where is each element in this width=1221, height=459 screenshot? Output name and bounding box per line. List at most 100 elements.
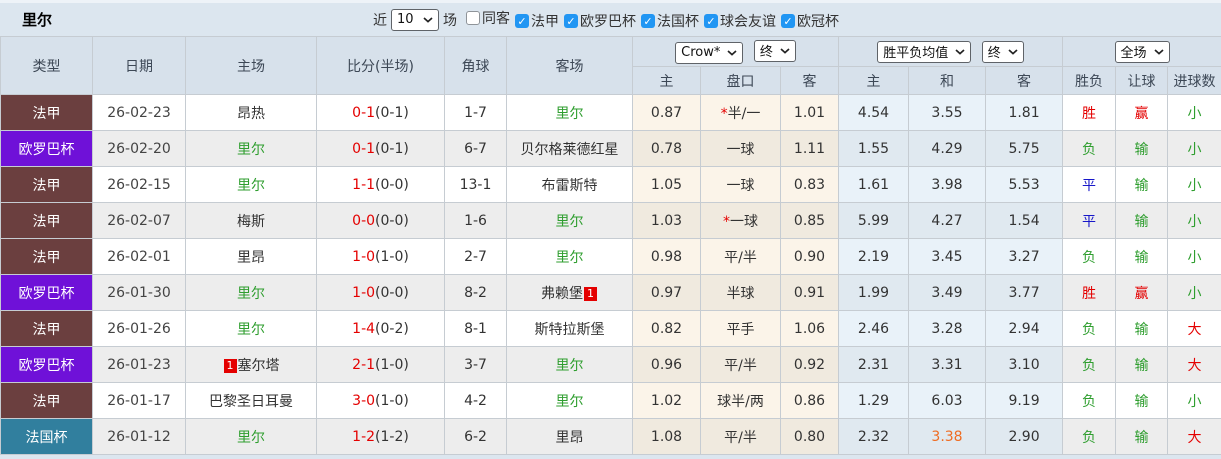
checkbox-checked-icon[interactable]: ✓ [781, 14, 795, 29]
filter-checkbox-球会友谊[interactable]: ✓ 球会友谊 [704, 11, 776, 31]
odds-time-select[interactable]: 终 [753, 39, 796, 62]
chevron-down-icon [727, 49, 737, 56]
cell-home-team: 里尔 [185, 274, 317, 311]
cell-score: 0-0(0-0) [316, 202, 445, 239]
col-header-handicap: 盘口 [700, 66, 781, 95]
table-row: 欧罗巴杯 26-01-23 1 塞尔塔 2-1(1-0) 3-7 里尔 0.96 平/半 0.92… [0, 346, 1221, 383]
cell-mean-draw: 3.38 [908, 418, 987, 455]
col-header-goals: 进球数 [1167, 66, 1221, 95]
col-header-home: 主场 [185, 36, 317, 95]
cell-league: 法甲 [0, 238, 93, 275]
cell-goals-result: 小 [1167, 130, 1221, 167]
cell-league: 法甲 [0, 310, 93, 347]
cell-odds-away: 0.83 [779, 166, 840, 203]
cell-corners: 1-6 [444, 202, 507, 239]
cell-home-team: 里尔 [185, 130, 317, 167]
cell-odds-away: 1.06 [779, 310, 840, 347]
table-row: 法甲 26-02-15 里尔 1-1(0-0) 13-1 布雷斯特 1.05 一球 0.83 1.… [0, 166, 1221, 203]
checkbox-checked-icon[interactable]: ✓ [515, 14, 529, 29]
cell-date: 26-01-23 [92, 346, 186, 383]
cell-mean-draw: 3.28 [908, 310, 987, 347]
filter-checkboxes: 同客 ✓ 法甲 ✓ 欧罗巴杯 ✓ 法国杯 ✓ 球会友谊 ✓ 欧冠杯 [461, 8, 839, 32]
cell-league: 法甲 [0, 166, 93, 203]
cell-home-team: 里尔 [185, 418, 317, 455]
cell-outcome: 胜 [1062, 274, 1117, 311]
cell-date: 26-01-30 [92, 274, 186, 311]
mean-type-select[interactable]: 胜平负均值 [877, 40, 972, 63]
topbar: 里尔 近 10 场 同客 ✓ 法甲 ✓ 欧罗巴杯 ✓ 法国杯 ✓ 球会友谊 ✓ 欧冠杯 [0, 0, 1221, 36]
team-name: 巴黎圣日耳曼 [209, 393, 293, 410]
cell-mean-away: 2.90 [985, 418, 1064, 455]
cell-league: 欧罗巴杯 [0, 346, 93, 383]
checkbox-checked-icon[interactable]: ✓ [641, 14, 655, 29]
mean-time-select[interactable]: 终 [981, 40, 1024, 63]
col-header-away: 客场 [506, 36, 633, 95]
cell-league: 欧罗巴杯 [0, 130, 93, 167]
cell-date: 26-02-23 [92, 94, 186, 131]
cell-odds-away: 0.91 [779, 274, 840, 311]
cell-handicap-result: 输 [1115, 202, 1169, 239]
cell-handicap-result: 输 [1115, 310, 1169, 347]
team-name: 里昂 [555, 429, 584, 446]
checkbox-label: 法甲 [531, 14, 559, 31]
fulltime-score: 2-1 [352, 356, 376, 373]
cell-corners: 8-2 [444, 274, 507, 311]
cell-home-team: 巴黎圣日耳曼 [185, 382, 317, 419]
cell-league: 欧罗巴杯 [0, 274, 93, 311]
col-header-corners: 角球 [444, 36, 507, 95]
filter-checkbox-法甲[interactable]: ✓ 法甲 [515, 11, 559, 31]
team-name: 里尔 [237, 429, 265, 446]
red-card-badge: 1 [223, 358, 237, 373]
cell-odds-home: 0.97 [632, 274, 701, 311]
col-header-odds-away: 客 [779, 66, 840, 95]
filter-checkbox-法国杯[interactable]: ✓ 法国杯 [641, 11, 699, 31]
fulltime-score: 1-2 [352, 428, 376, 445]
cell-home-team: 里昂 [185, 238, 317, 275]
checkbox-label: 法国杯 [657, 14, 699, 31]
cell-odds-home: 0.98 [632, 238, 701, 275]
cell-handicap-result: 输 [1115, 238, 1169, 275]
cell-outcome: 负 [1062, 418, 1117, 455]
col-header-mean-home: 主 [838, 66, 910, 95]
cell-mean-away: 3.27 [985, 238, 1064, 275]
filter-checkbox-欧罗巴杯[interactable]: ✓ 欧罗巴杯 [564, 11, 636, 31]
cell-score: 3-0(1-0) [316, 382, 445, 419]
cell-mean-away: 3.10 [985, 346, 1064, 383]
filter-checkbox-同客[interactable]: 同客 [466, 8, 510, 28]
checkbox-unchecked-icon[interactable] [466, 10, 480, 25]
cell-date: 26-02-20 [92, 130, 186, 167]
filter-checkbox-欧冠杯[interactable]: ✓ 欧冠杯 [781, 11, 839, 31]
cell-mean-away: 1.81 [985, 94, 1064, 131]
odds-company-select[interactable]: Crow* [675, 41, 744, 64]
cell-league: 法国杯 [0, 418, 93, 455]
cell-score: 0-1(0-1) [316, 130, 445, 167]
match-table-body: 法甲 26-02-23 昂热 0-1(0-1) 1-7 里尔 0.87 *半/一 1.01 4.5… [0, 94, 1221, 455]
team-name: 里尔 [555, 213, 584, 230]
scope-select[interactable]: 全场 [1114, 40, 1170, 63]
team-name: 里昂 [237, 249, 265, 266]
mean-select-cell: 胜平负均值 终 [838, 36, 1064, 67]
cell-score: 1-4(0-2) [316, 310, 445, 347]
chevron-down-icon [780, 47, 790, 54]
fulltime-score: 0-0 [352, 212, 376, 229]
cell-date: 26-02-01 [92, 238, 186, 275]
recent-count-select[interactable]: 10 [391, 8, 439, 31]
cell-odds-handicap: 一球 [700, 166, 781, 203]
cell-mean-draw: 4.27 [908, 202, 987, 239]
cell-odds-home: 0.82 [632, 310, 701, 347]
cell-outcome: 平 [1062, 202, 1117, 239]
cell-home-team: 昂热 [185, 94, 317, 131]
cell-corners: 3-7 [444, 346, 507, 383]
halftime-score: (1-2) [375, 428, 409, 445]
checkbox-checked-icon[interactable]: ✓ [704, 14, 718, 29]
cell-mean-home: 1.55 [838, 130, 910, 167]
checkbox-checked-icon[interactable]: ✓ [564, 14, 578, 29]
team-name: 里尔 [237, 285, 265, 302]
cell-mean-home: 2.31 [838, 346, 910, 383]
cell-odds-away: 0.85 [779, 202, 840, 239]
cell-mean-draw: 3.31 [908, 346, 987, 383]
team-name: 里尔 [555, 105, 584, 122]
checkbox-label: 欧罗巴杯 [580, 14, 636, 31]
cell-score: 1-2(1-2) [316, 418, 445, 455]
table-row: 法甲 26-02-07 梅斯 0-0(0-0) 1-6 里尔 1.03 *一球 0.85 5.99… [0, 202, 1221, 239]
